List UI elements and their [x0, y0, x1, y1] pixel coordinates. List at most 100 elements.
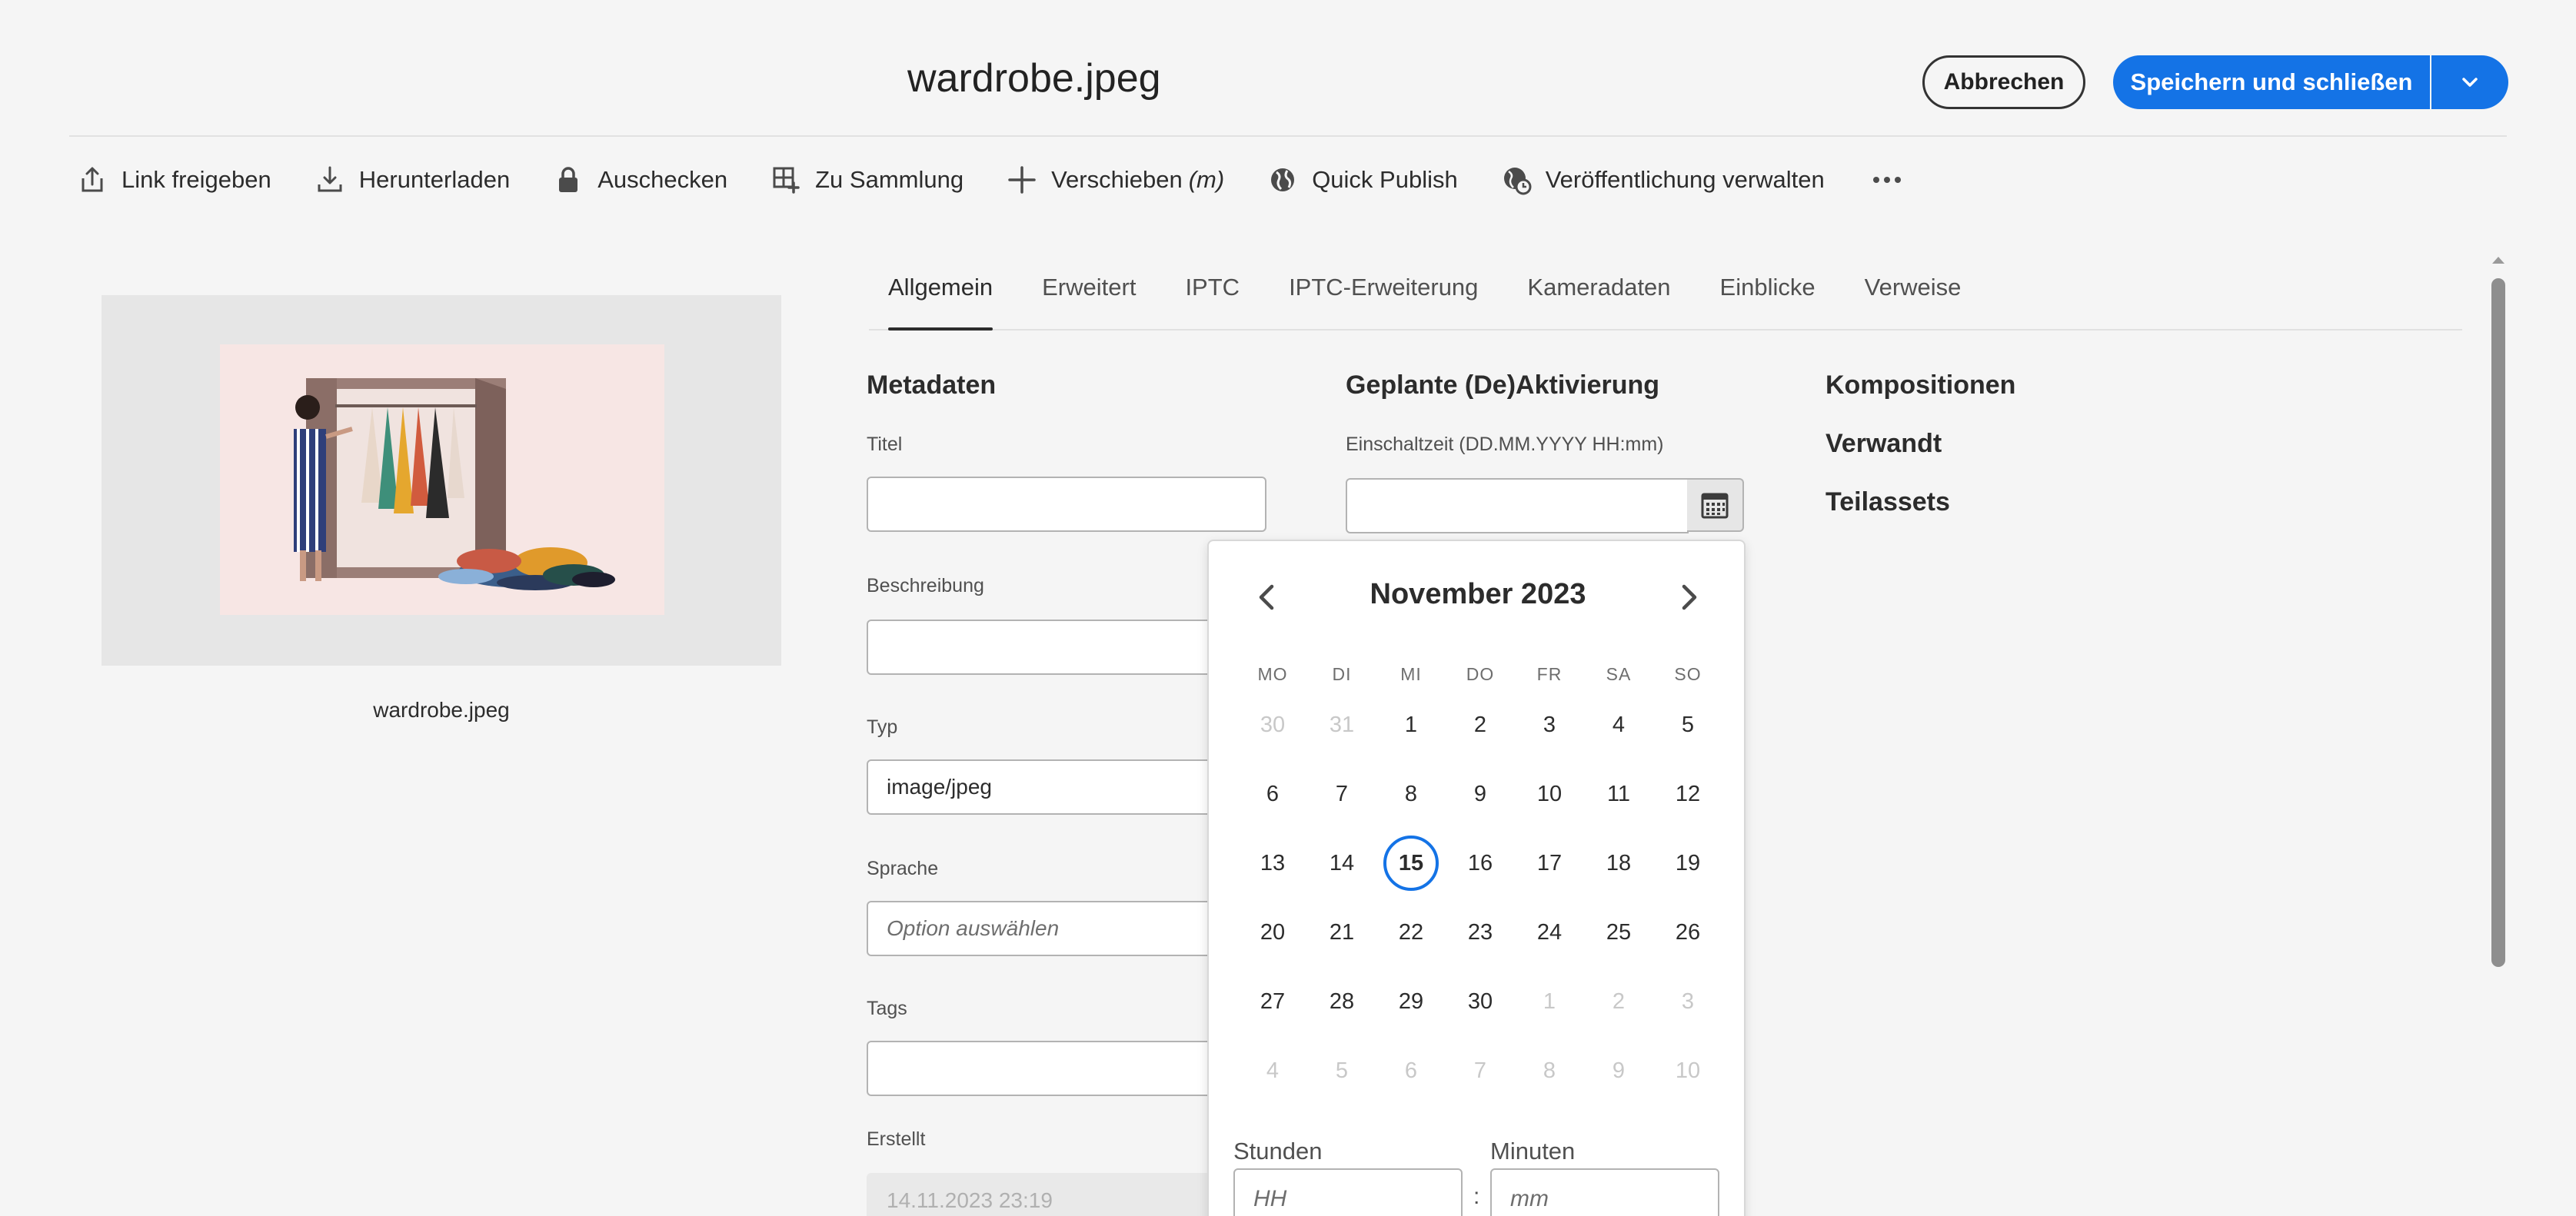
calendar-day[interactable]: 1 — [1515, 967, 1584, 1036]
calendar-day[interactable]: 21 — [1307, 898, 1376, 967]
date-picker-popover: November 2023 MO DI MI DO FR SA SO 30 31 1 2 3 4 5 6 7 8… — [1207, 540, 1746, 1216]
calendar-day[interactable]: 16 — [1446, 829, 1515, 898]
calendar-day[interactable]: 10 — [1515, 759, 1584, 829]
tab-verweise[interactable]: Verweise — [1865, 266, 1962, 329]
add-to-collection-button[interactable]: Zu Sammlung — [770, 158, 964, 201]
hours-label: Stunden — [1233, 1138, 1323, 1165]
calendar-day[interactable]: 25 — [1584, 898, 1653, 967]
share-link-button[interactable]: Link freigeben — [77, 158, 271, 201]
calendar-day[interactable]: 2 — [1446, 690, 1515, 759]
calendar-day[interactable]: 7 — [1307, 759, 1376, 829]
calendar-day[interactable]: 29 — [1376, 967, 1446, 1036]
next-month-button[interactable] — [1670, 578, 1709, 616]
language-select[interactable]: Option auswählen — [867, 901, 1266, 956]
calendar-day[interactable]: 10 — [1653, 1036, 1722, 1105]
scroll-up-arrow-icon[interactable] — [2490, 254, 2507, 266]
tab-einblicke[interactable]: Einblicke — [1720, 266, 1816, 329]
globe-icon — [1271, 168, 1295, 191]
add-collection-icon — [773, 167, 800, 194]
created-label: Erstellt — [867, 1128, 926, 1150]
description-label: Beschreibung — [867, 575, 984, 596]
calendar-day[interactable]: 31 — [1307, 690, 1376, 759]
minutes-input[interactable]: mm — [1490, 1168, 1719, 1216]
calendar-day[interactable]: 6 — [1376, 1036, 1446, 1105]
tab-iptc-erweiterung[interactable]: IPTC-Erweiterung — [1289, 266, 1478, 329]
calendar-day[interactable]: 19 — [1653, 829, 1722, 898]
calendar-day[interactable]: 26 — [1653, 898, 1722, 967]
calendar-day[interactable]: 11 — [1584, 759, 1653, 829]
calendar-day[interactable]: 8 — [1515, 1036, 1584, 1105]
calendar-button[interactable] — [1687, 478, 1744, 532]
move-shortcut: (m) — [1188, 166, 1225, 193]
related-link[interactable]: Verwandt — [1825, 429, 1942, 459]
quick-publish-button[interactable]: Quick Publish — [1267, 158, 1458, 201]
globe-clock-icon — [1503, 168, 1532, 195]
calendar-day-today[interactable]: 15 — [1376, 829, 1446, 898]
more-actions-button[interactable] — [1868, 158, 1906, 201]
calendar-icon — [1701, 493, 1729, 519]
calendar-day[interactable]: 13 — [1238, 829, 1307, 898]
description-field[interactable] — [867, 620, 1266, 675]
asset-thumbnail — [220, 344, 664, 615]
subassets-link[interactable]: Teilassets — [1825, 487, 1950, 517]
calendar-day[interactable]: 6 — [1238, 759, 1307, 829]
weekday-header: MO — [1257, 663, 1288, 684]
compositions-link[interactable]: Kompositionen — [1825, 370, 2015, 400]
calendar-day[interactable]: 3 — [1653, 967, 1722, 1036]
weekday-header: DO — [1466, 663, 1495, 684]
calendar-day[interactable]: 4 — [1584, 690, 1653, 759]
calendar-day[interactable]: 28 — [1307, 967, 1376, 1036]
tab-erweitert[interactable]: Erweitert — [1042, 266, 1136, 329]
title-field[interactable] — [867, 477, 1266, 532]
calendar-day[interactable]: 18 — [1584, 829, 1653, 898]
on-time-label: Einschaltzeit (DD.MM.YYYY HH:mm) — [1346, 434, 1664, 455]
checkout-label: Auschecken — [597, 166, 728, 193]
scrollbar-thumb[interactable] — [2491, 278, 2505, 967]
created-field: 14.11.2023 23:19 — [867, 1173, 1266, 1216]
download-button[interactable]: Herunterladen — [315, 158, 510, 201]
move-button[interactable]: Verschieben (m) — [1007, 158, 1224, 201]
tab-iptc[interactable]: IPTC — [1185, 266, 1240, 329]
weekday-header: DI — [1332, 663, 1352, 684]
tags-field[interactable] — [867, 1041, 1266, 1096]
calendar-day[interactable]: 3 — [1515, 690, 1584, 759]
calendar-day[interactable]: 20 — [1238, 898, 1307, 967]
calendar-day[interactable]: 4 — [1238, 1036, 1307, 1105]
tab-kameradaten[interactable]: Kameradaten — [1527, 266, 1670, 329]
on-time-field[interactable] — [1346, 478, 1689, 533]
calendar-day[interactable]: 9 — [1584, 1036, 1653, 1105]
weekday-header: SO — [1674, 663, 1702, 684]
calendar-day[interactable]: 5 — [1653, 690, 1722, 759]
cancel-button[interactable]: Abbrechen — [1922, 55, 2085, 109]
calendar-day[interactable]: 1 — [1376, 690, 1446, 759]
calendar-day[interactable]: 27 — [1238, 967, 1307, 1036]
calendar-month-title: November 2023 — [1370, 578, 1586, 610]
calendar-day[interactable]: 12 — [1653, 759, 1722, 829]
checkout-button[interactable]: Auschecken — [553, 158, 727, 201]
calendar-grid: MO DI MI DO FR SA SO 30 31 1 2 3 4 5 6 7 8 9 10 11 12 13 14 15 1… — [1238, 658, 1722, 1105]
tab-allgemein[interactable]: Allgemein — [888, 266, 993, 331]
calendar-day[interactable]: 17 — [1515, 829, 1584, 898]
calendar-day[interactable]: 8 — [1376, 759, 1446, 829]
hours-input[interactable]: HH — [1233, 1168, 1463, 1216]
save-and-close-button[interactable]: Speichern und schließen — [2113, 55, 2430, 109]
calendar-day[interactable]: 14 — [1307, 829, 1376, 898]
quick-publish-label: Quick Publish — [1312, 166, 1458, 193]
type-label: Typ — [867, 716, 898, 738]
type-field[interactable]: image/jpeg — [867, 759, 1266, 815]
page-title: wardrobe.jpeg — [907, 56, 1161, 101]
calendar-day[interactable]: 2 — [1584, 967, 1653, 1036]
calendar-day[interactable]: 5 — [1307, 1036, 1376, 1105]
title-label: Titel — [867, 434, 903, 455]
chevron-down-icon — [2462, 78, 2478, 87]
manage-publication-button[interactable]: Veröffentlichung verwalten — [1501, 158, 1825, 201]
calendar-day[interactable]: 30 — [1238, 690, 1307, 759]
calendar-day[interactable]: 23 — [1446, 898, 1515, 967]
save-options-dropdown-button[interactable] — [2431, 55, 2508, 109]
calendar-day[interactable]: 9 — [1446, 759, 1515, 829]
tags-label: Tags — [867, 998, 907, 1019]
calendar-day[interactable]: 22 — [1376, 898, 1446, 967]
calendar-day[interactable]: 24 — [1515, 898, 1584, 967]
calendar-day[interactable]: 7 — [1446, 1036, 1515, 1105]
calendar-day[interactable]: 30 — [1446, 967, 1515, 1036]
